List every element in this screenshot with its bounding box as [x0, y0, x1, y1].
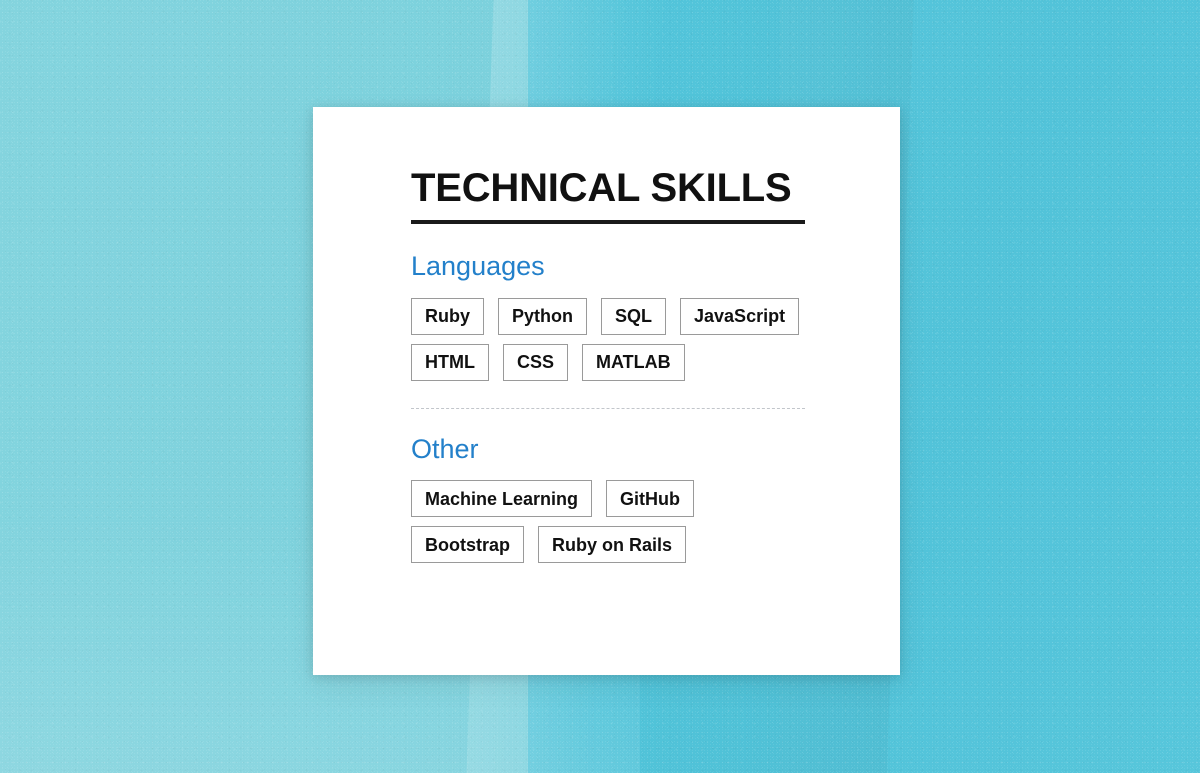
skills-section-other: Other Machine Learning GitHub Bootstrap …	[411, 433, 805, 564]
skill-tag-group-other: Machine Learning GitHub Bootstrap Ruby o…	[411, 480, 805, 564]
title-underline-rule	[411, 220, 805, 224]
skill-tag[interactable]: Bootstrap	[411, 526, 524, 564]
section-heading-other: Other	[411, 433, 479, 464]
page-title: TECHNICAL SKILLS	[411, 166, 792, 210]
skill-tag-row: HTML CSS MATLAB	[411, 343, 805, 381]
skill-tag-row: Ruby Python SQL JavaScript	[411, 297, 805, 335]
technical-skills-card: TECHNICAL SKILLS Languages Ruby Python S…	[313, 107, 900, 675]
skill-tag[interactable]: Ruby	[411, 297, 484, 335]
section-heading-languages: Languages	[411, 251, 545, 281]
skill-tag[interactable]: GitHub	[606, 480, 695, 518]
skill-tag-row: Machine Learning GitHub	[411, 480, 805, 518]
skill-tag[interactable]: Machine Learning	[411, 480, 593, 518]
skill-tag-group-languages: Ruby Python SQL JavaScript HTML CSS MATL…	[411, 297, 805, 381]
skill-tag[interactable]: HTML	[411, 343, 489, 381]
skill-tag[interactable]: CSS	[502, 343, 568, 381]
skills-section-languages: Languages Ruby Python SQL JavaScript HTM…	[411, 251, 805, 381]
skill-tag[interactable]: Python	[498, 297, 587, 335]
skill-tag[interactable]: Ruby on Rails	[538, 526, 687, 564]
skill-tag[interactable]: SQL	[601, 297, 667, 335]
skill-tag-row: Bootstrap Ruby on Rails	[411, 526, 805, 564]
skill-tag[interactable]: MATLAB	[582, 343, 685, 381]
section-divider	[411, 407, 805, 409]
skill-tag[interactable]: JavaScript	[680, 297, 800, 335]
card-content: TECHNICAL SKILLS Languages Ruby Python S…	[411, 166, 805, 564]
